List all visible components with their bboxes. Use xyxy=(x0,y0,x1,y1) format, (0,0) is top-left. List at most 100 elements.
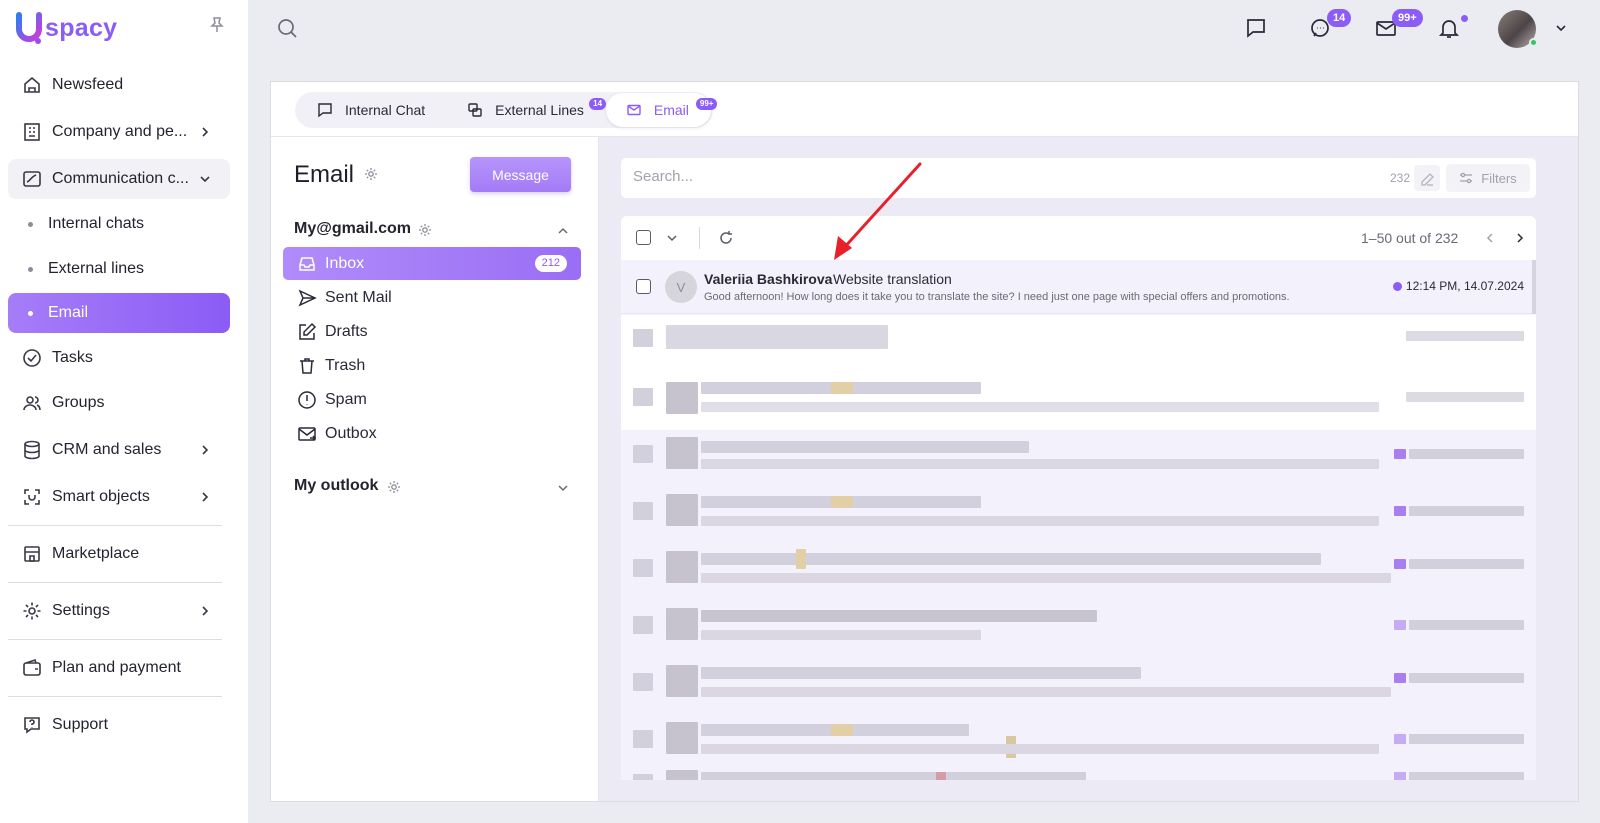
sidebar-item-smart-objects[interactable]: Smart objects xyxy=(8,477,230,517)
sidebar-item-marketplace[interactable]: Marketplace xyxy=(8,534,230,574)
email-list-area: 232 Filters 1–50 out of 232 V xyxy=(599,137,1578,801)
edit-icon xyxy=(297,322,317,342)
sidebar-divider xyxy=(8,525,222,526)
database-icon xyxy=(21,439,43,461)
sidebar-item-label: Marketplace xyxy=(52,545,140,562)
redacted-row xyxy=(621,600,1536,658)
folder-spam[interactable]: Spam xyxy=(283,383,581,416)
sidebar-subitem-email[interactable]: Email xyxy=(8,293,230,333)
sidebar-item-settings[interactable]: Settings xyxy=(8,591,230,631)
new-message-button[interactable]: Message xyxy=(470,157,571,192)
filters-button[interactable]: Filters xyxy=(1446,164,1530,192)
sender-avatar: V xyxy=(665,271,697,303)
redacted-block xyxy=(701,744,1379,754)
chat-icon[interactable] xyxy=(1244,16,1268,40)
chevron-left-icon[interactable] xyxy=(1483,231,1497,245)
clear-search-button[interactable] xyxy=(1414,165,1440,191)
sidebar-item-tasks[interactable]: Tasks xyxy=(8,338,230,378)
sidebar-item-label: Company and pe... xyxy=(52,123,188,140)
sidebar-item-communication[interactable]: Communication c... xyxy=(8,159,230,199)
redacted-block xyxy=(666,325,888,349)
external-chat-icon xyxy=(467,102,483,118)
gear-icon[interactable] xyxy=(418,223,432,237)
sidebar-item-groups[interactable]: Groups xyxy=(8,383,230,423)
chevron-up-icon[interactable] xyxy=(557,224,569,236)
folder-inbox[interactable]: Inbox 212 xyxy=(283,247,581,280)
account-outlook[interactable]: My outlook xyxy=(294,477,378,495)
trash-icon xyxy=(297,356,317,376)
scrollbar[interactable] xyxy=(1532,260,1536,314)
select-all-checkbox[interactable] xyxy=(636,230,651,245)
email-sender: Valeriia Bashkirova xyxy=(704,271,833,287)
redacted-block xyxy=(633,445,653,463)
redacted-row xyxy=(621,315,1536,373)
redacted-block xyxy=(701,772,1086,780)
chevron-down-icon[interactable] xyxy=(665,231,679,245)
sidebar-subitem-internal-chats[interactable]: Internal chats xyxy=(8,204,230,244)
sidebar-item-support[interactable]: Support xyxy=(8,705,230,745)
wallet-icon xyxy=(21,657,43,679)
inbox-icon xyxy=(297,254,317,274)
redacted-block xyxy=(666,551,698,583)
email-row[interactable]: V Valeriia Bashkirova Website translatio… xyxy=(621,260,1536,314)
redacted-block xyxy=(666,770,698,780)
toolbar-divider xyxy=(699,227,700,249)
chevron-down-icon[interactable] xyxy=(557,481,569,493)
logo-mark-icon xyxy=(14,11,44,45)
folder-trash[interactable]: Trash xyxy=(283,349,581,382)
chevron-down-icon xyxy=(198,172,212,186)
redacted-block xyxy=(701,573,1391,583)
chat-icon xyxy=(317,102,333,118)
folder-sent-mail[interactable]: Sent Mail xyxy=(283,281,581,314)
tab-label: Email xyxy=(653,102,689,118)
folder-label: Trash xyxy=(325,356,366,374)
redacted-block xyxy=(701,441,1029,453)
tab-label: Internal Chat xyxy=(345,102,426,118)
unread-dot xyxy=(1392,281,1402,291)
folder-outbox[interactable]: Outbox xyxy=(283,417,581,450)
redacted-block xyxy=(701,553,1321,565)
redacted-block xyxy=(701,630,981,640)
folder-drafts[interactable]: Drafts xyxy=(283,315,581,348)
email-time-text: 12:14 PM, 14.07.2024 xyxy=(1405,279,1524,293)
sidebar-item-label: CRM and sales xyxy=(52,441,162,458)
unread-count-badge: 212 xyxy=(534,255,567,272)
bell-icon[interactable] xyxy=(1437,16,1461,40)
mail-icon xyxy=(626,102,642,118)
redacted-block xyxy=(1409,449,1524,459)
tab-external-lines[interactable]: External Lines 14 xyxy=(447,93,607,127)
search-input[interactable] xyxy=(633,168,1233,185)
redacted-block xyxy=(1394,449,1406,459)
sidebar-item-label: External lines xyxy=(48,260,145,277)
sidebar-item-newsfeed[interactable]: Newsfeed xyxy=(8,65,230,105)
account-gmail[interactable]: My@gmail.com xyxy=(294,220,411,238)
gear-icon[interactable] xyxy=(387,480,401,494)
sidebar-item-label: Internal chats xyxy=(48,215,145,232)
chevron-down-icon[interactable] xyxy=(1554,21,1568,35)
app-logo[interactable]: spacy xyxy=(14,10,117,46)
sidebar-subitem-external-lines[interactable]: External lines xyxy=(8,249,230,289)
folder-label: Sent Mail xyxy=(325,288,392,306)
chevron-right-icon[interactable] xyxy=(1513,231,1527,245)
tab-email[interactable]: Email 99+ xyxy=(605,93,718,127)
eraser-icon xyxy=(1421,173,1434,186)
email-list: 1–50 out of 232 V Valeriia Bashkirova We… xyxy=(621,216,1536,780)
pin-icon[interactable] xyxy=(208,16,226,34)
bullet-icon xyxy=(28,310,33,316)
search-icon[interactable] xyxy=(276,17,298,39)
folder-label: Drafts xyxy=(325,322,368,340)
sidebar-item-label: Groups xyxy=(52,394,105,411)
sidebar-item-crm[interactable]: CRM and sales xyxy=(8,430,230,470)
chevron-right-icon xyxy=(198,604,212,618)
gear-icon[interactable] xyxy=(364,167,378,181)
refresh-icon[interactable] xyxy=(717,229,735,247)
sidebar-item-company[interactable]: Company and pe... xyxy=(8,112,230,152)
search-result-count: 232 xyxy=(1389,171,1410,185)
sidebar-item-plan-payment[interactable]: Plan and payment xyxy=(8,648,230,688)
folder-label: Outbox xyxy=(325,424,377,442)
bullet-icon xyxy=(28,266,33,272)
redacted-row xyxy=(621,486,1536,544)
tab-internal-chat[interactable]: Internal Chat xyxy=(297,93,447,127)
redacted-block xyxy=(633,616,653,634)
email-checkbox[interactable] xyxy=(636,279,651,294)
